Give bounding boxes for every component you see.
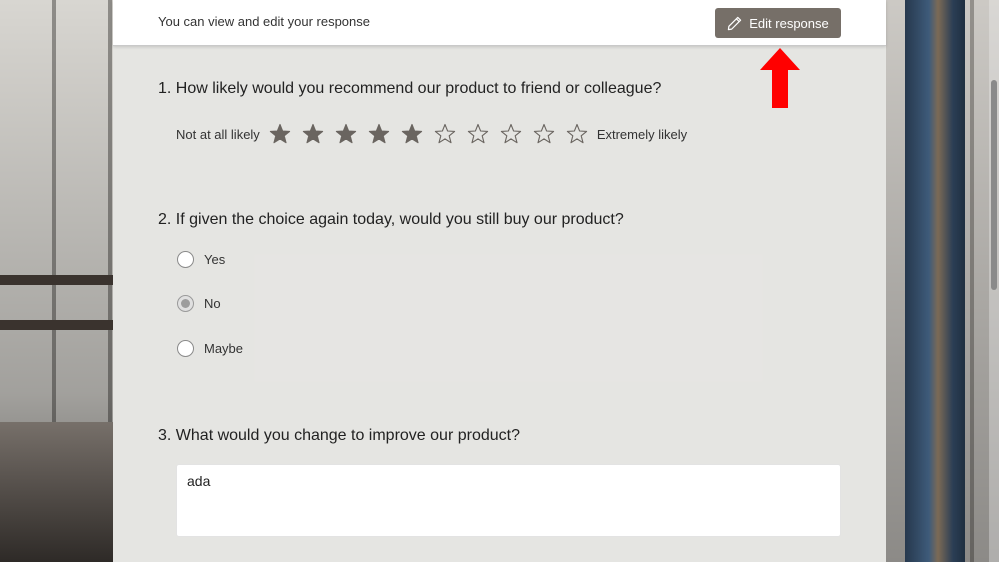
background-pillar: [905, 0, 965, 562]
choice-label: No: [204, 296, 221, 311]
rating-row: Not at all likely Extremely likely: [176, 122, 687, 146]
star-filled-icon[interactable]: [401, 123, 423, 145]
star-empty-icon[interactable]: [500, 123, 522, 145]
pencil-icon: [728, 16, 742, 30]
background-left: [0, 0, 113, 562]
scrollbar-thumb[interactable]: [991, 80, 997, 290]
star-empty-icon[interactable]: [566, 123, 588, 145]
response-notice: You can view and edit your response: [158, 14, 370, 29]
choice-label: Maybe: [204, 340, 244, 356]
star-filled-icon[interactable]: [302, 123, 324, 145]
choice-group: Yes No Maybe: [177, 248, 243, 382]
choice-label: Yes: [204, 251, 226, 267]
background-shelf: [0, 275, 113, 285]
annotation-arrow-icon: [760, 48, 800, 108]
radio-button[interactable]: [177, 250, 194, 268]
radio-button[interactable]: [177, 339, 194, 357]
star-empty-icon[interactable]: [467, 123, 489, 145]
rating-min-label: Not at all likely: [176, 126, 260, 142]
star-empty-icon[interactable]: [434, 123, 456, 145]
background-shelf: [0, 320, 113, 330]
choice-option-no[interactable]: No: [177, 293, 243, 315]
form-panel: You can view and edit your response Edit…: [113, 0, 886, 562]
background-desk: [0, 422, 113, 562]
star-filled-icon[interactable]: [269, 123, 291, 145]
star-filled-icon[interactable]: [368, 123, 390, 145]
choice-option-yes[interactable]: Yes: [177, 248, 243, 270]
radio-button[interactable]: [177, 295, 194, 312]
page-scrollbar[interactable]: [989, 0, 999, 562]
question-2-title: 2. If given the choice again today, woul…: [158, 211, 624, 228]
star-filled-icon[interactable]: [335, 123, 357, 145]
star-empty-icon[interactable]: [533, 123, 555, 145]
question-1-title: 1. How likely would you recommend our pr…: [158, 80, 662, 97]
question-3-title: 3. What would you change to improve our …: [158, 427, 520, 444]
response-header-bar: You can view and edit your response Edit…: [113, 0, 886, 46]
rating-max-label: Extremely likely: [596, 126, 688, 142]
answer-text-field[interactable]: ada: [176, 464, 841, 537]
choice-option-maybe[interactable]: Maybe: [177, 337, 243, 359]
edit-response-button[interactable]: Edit response: [715, 8, 841, 38]
edit-response-label: Edit response: [749, 15, 829, 31]
star-rating: [269, 123, 588, 145]
